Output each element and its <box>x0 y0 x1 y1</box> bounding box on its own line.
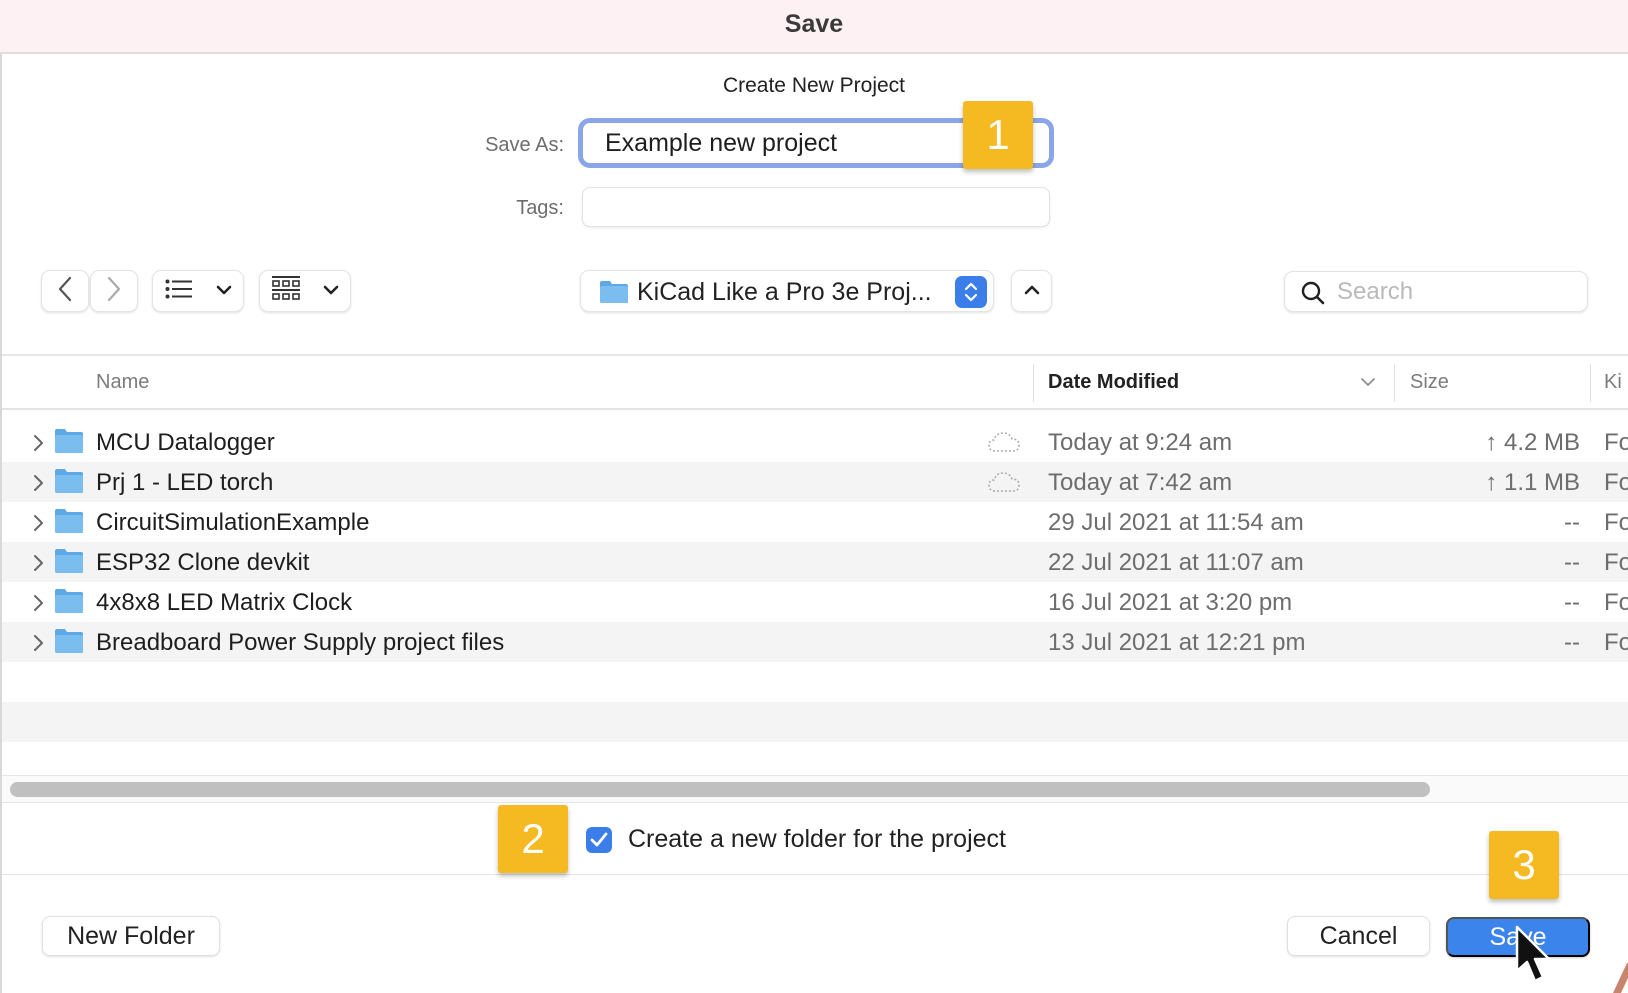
file-row[interactable]: MCU Datalogger Today at 9:24 am ↑ 4.2 MB… <box>2 422 1628 462</box>
column-separator <box>1590 364 1591 402</box>
location-label: KiCad Like a Pro 3e Proj... <box>637 278 932 306</box>
column-separator <box>1033 364 1034 402</box>
folder-icon <box>54 468 84 499</box>
save-as-label: Save As: <box>485 134 564 156</box>
file-kind: Fo <box>1604 629 1628 656</box>
file-size: -- <box>1564 509 1580 536</box>
chevron-down-icon <box>323 282 339 300</box>
chevron-down-icon <box>216 282 232 300</box>
file-date: Today at 9:24 am <box>1048 429 1233 456</box>
column-header-kind[interactable]: Ki <box>1604 371 1622 394</box>
tags-input[interactable] <box>583 188 1049 226</box>
file-kind: Fo <box>1604 469 1628 496</box>
file-row[interactable]: CircuitSimulationExample 29 Jul 2021 at … <box>2 502 1628 542</box>
group-view-button[interactable] <box>259 270 351 312</box>
folder-icon <box>599 280 629 309</box>
list-view-icon <box>165 279 193 304</box>
checkmark-icon <box>590 832 608 846</box>
empty-row <box>2 662 1628 702</box>
location-popup[interactable]: KiCad Like a Pro 3e Proj... <box>580 270 994 312</box>
file-name: CircuitSimulationExample <box>96 509 370 536</box>
file-date: 16 Jul 2021 at 3:20 pm <box>1048 589 1293 616</box>
window-title: Save <box>784 10 844 38</box>
back-button[interactable] <box>41 270 89 312</box>
title-bar: Save <box>0 0 1628 54</box>
sort-chevron-down-icon <box>1360 374 1376 392</box>
create-folder-checkbox[interactable] <box>586 826 612 853</box>
file-list: MCU Datalogger Today at 9:24 am ↑ 4.2 MB… <box>2 422 1628 782</box>
column-header-name[interactable]: Name <box>96 371 149 394</box>
file-size: ↑ 4.2 MB <box>1485 429 1580 456</box>
annotation-badge-3: 3 <box>1489 831 1559 899</box>
search-input[interactable] <box>1337 272 1577 311</box>
file-name: Breadboard Power Supply project files <box>96 629 505 656</box>
folder-icon <box>54 428 84 459</box>
file-kind: Fo <box>1604 509 1628 536</box>
file-size: -- <box>1564 549 1580 576</box>
folder-icon <box>54 628 84 659</box>
file-size: ↑ 1.1 MB <box>1485 469 1580 496</box>
create-folder-option[interactable]: Create a new folder for the project <box>586 825 1006 854</box>
create-folder-label: Create a new folder for the project <box>628 825 1006 853</box>
search-field <box>1284 271 1588 312</box>
file-row[interactable]: Breadboard Power Supply project files 13… <box>2 622 1628 662</box>
file-row[interactable]: Prj 1 - LED torch Today at 7:42 am ↑ 1.1… <box>2 462 1628 502</box>
file-date: 22 Jul 2021 at 11:07 am <box>1048 549 1304 576</box>
file-name: Prj 1 - LED torch <box>96 469 274 496</box>
chevron-up-icon <box>1024 282 1040 300</box>
horizontal-scrollbar[interactable] <box>2 775 1628 803</box>
file-name: ESP32 Clone devkit <box>96 549 310 576</box>
chevron-left-icon <box>57 276 73 307</box>
empty-row <box>2 702 1628 742</box>
cancel-button[interactable]: Cancel <box>1287 916 1430 956</box>
scrollbar-thumb[interactable] <box>10 782 1430 797</box>
file-kind: Fo <box>1604 589 1628 616</box>
dialog-subtitle: Create New Project <box>722 74 906 97</box>
cloud-upload-pending-icon <box>987 471 1021 498</box>
tags-field-wrapper <box>582 187 1050 227</box>
cloud-upload-pending-icon <box>987 431 1021 458</box>
divider <box>2 874 1628 875</box>
mouse-pointer-icon <box>1515 925 1555 992</box>
file-date: 13 Jul 2021 at 12:21 pm <box>1048 629 1306 656</box>
folder-icon <box>54 508 84 539</box>
file-row[interactable]: ESP32 Clone devkit 22 Jul 2021 at 11:07 … <box>2 542 1628 582</box>
disclosure-chevron-icon[interactable] <box>32 554 44 577</box>
new-folder-button[interactable]: New Folder <box>42 916 220 956</box>
file-name: MCU Datalogger <box>96 429 275 456</box>
chevron-right-icon <box>106 276 122 307</box>
column-header-size[interactable]: Size <box>1410 371 1449 394</box>
annotation-badge-1: 1 <box>963 101 1033 169</box>
expand-collapse-button[interactable] <box>1011 270 1052 312</box>
disclosure-chevron-icon[interactable] <box>32 594 44 617</box>
disclosure-chevron-icon[interactable] <box>32 514 44 537</box>
disclosure-chevron-icon[interactable] <box>32 474 44 497</box>
list-view-button[interactable] <box>152 270 244 312</box>
window-corner <box>1613 963 1628 993</box>
file-kind: Fo <box>1604 549 1628 576</box>
column-header: Name Date Modified Size Ki <box>2 356 1628 410</box>
file-size: -- <box>1564 629 1580 656</box>
search-icon <box>1301 281 1325 310</box>
group-view-icon <box>271 275 300 307</box>
tags-label: Tags: <box>516 197 564 219</box>
column-header-date-modified[interactable]: Date Modified <box>1048 371 1179 394</box>
forward-button[interactable] <box>90 270 138 312</box>
file-date: Today at 7:42 am <box>1048 469 1233 496</box>
file-name: 4x8x8 LED Matrix Clock <box>96 589 353 616</box>
up-down-stepper-icon <box>955 276 987 308</box>
disclosure-chevron-icon[interactable] <box>32 634 44 657</box>
file-kind: Fo <box>1604 429 1628 456</box>
file-row[interactable]: 4x8x8 LED Matrix Clock 16 Jul 2021 at 3:… <box>2 582 1628 622</box>
annotation-badge-2: 2 <box>498 805 568 873</box>
folder-icon <box>54 548 84 579</box>
disclosure-chevron-icon[interactable] <box>32 434 44 457</box>
folder-icon <box>54 588 84 619</box>
column-separator <box>1394 364 1395 402</box>
file-size: -- <box>1564 589 1580 616</box>
file-date: 29 Jul 2021 at 11:54 am <box>1048 509 1304 536</box>
